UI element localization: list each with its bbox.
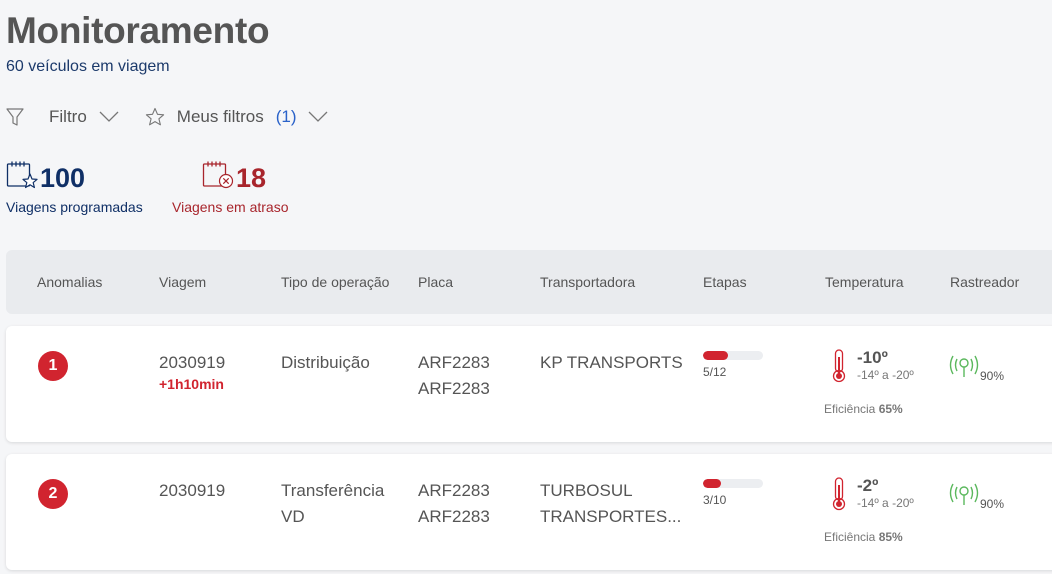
column-header-transportadora[interactable]: Transportadora — [540, 274, 635, 290]
carrier-name: TURBOSUL — [540, 481, 633, 500]
temperature-range: -14º a -20º — [857, 368, 914, 382]
signal-antenna-icon — [948, 352, 980, 383]
steps-progress-fill — [703, 479, 721, 488]
trip-id: 2030919 — [159, 353, 226, 372]
efficiency: Eficiência 85% — [824, 530, 903, 544]
column-header-placa[interactable]: Placa — [418, 274, 453, 290]
funnel-icon — [6, 107, 24, 127]
scheduled-trips-stat[interactable]: 100 Viagens programadas — [6, 160, 143, 215]
scheduled-trips-value: 100 — [40, 163, 86, 193]
calendar-x-icon — [202, 160, 236, 197]
steps-progress-fill — [703, 351, 729, 360]
table-row[interactable]: 1 2030919 +1h10min Distribuição ARF2283 … — [6, 326, 1052, 442]
table-header: Anomalias Viagem Tipo de operação Placa … — [6, 250, 1052, 314]
plate: ARF2283 — [418, 379, 490, 398]
column-header-tipo-operacao[interactable]: Tipo de operação — [281, 274, 389, 290]
steps-progress-bar — [703, 351, 763, 360]
column-header-temperatura[interactable]: Temperatura — [825, 274, 904, 290]
column-header-anomalias[interactable]: Anomalias — [37, 274, 102, 290]
delayed-trips-stat[interactable]: 18 Viagens em atraso — [172, 160, 288, 215]
delayed-trips-value: 18 — [236, 163, 267, 193]
steps-progress-bar — [703, 479, 763, 488]
efficiency-label: Eficiência — [824, 402, 876, 416]
calendar-star-icon — [6, 160, 40, 197]
vehicles-in-transit-count: 60 veículos em viagem — [6, 58, 170, 75]
temperature-value: -10º — [857, 348, 888, 367]
filter-dropdown[interactable]: Filtro — [6, 107, 119, 127]
page-title: Monitoramento — [6, 10, 270, 51]
scheduled-trips-label: Viagens programadas — [6, 199, 143, 215]
thermometer-icon — [830, 348, 848, 389]
operation-type: Transferência — [281, 481, 385, 500]
efficiency-value: 85% — [878, 530, 903, 544]
tracker-signal: 90% — [948, 480, 1004, 511]
tracker-percent: 90% — [980, 497, 1005, 511]
carrier-name: KP TRANSPORTS — [540, 353, 683, 372]
plate: ARF2283 — [418, 507, 490, 526]
efficiency-value: 65% — [878, 402, 903, 416]
column-header-rastreador[interactable]: Rastreador — [950, 274, 1019, 290]
tracker-signal: 90% — [948, 352, 1004, 383]
filter-bar: Filtro Meus filtros (1) — [6, 107, 328, 127]
temperature-range: -14º a -20º — [857, 496, 914, 510]
filter-label: Filtro — [49, 107, 87, 126]
delayed-trips-label: Viagens em atraso — [172, 199, 289, 215]
signal-antenna-icon — [948, 480, 980, 511]
steps-count: 5/12 — [703, 365, 727, 379]
steps-count: 3/10 — [703, 493, 727, 507]
chevron-down-icon — [308, 111, 328, 123]
my-filters-dropdown[interactable]: Meus filtros (1) — [145, 107, 329, 127]
chevron-down-icon — [99, 111, 119, 123]
carrier-name-line2: TRANSPORTES... — [540, 507, 682, 526]
table-row[interactable]: 2 2030919 Transferência VD ARF2283 ARF22… — [6, 454, 1052, 570]
column-header-viagem[interactable]: Viagem — [159, 274, 206, 290]
trip-delay: +1h10min — [159, 376, 224, 392]
tracker-percent: 90% — [980, 369, 1005, 383]
my-filters-count: (1) — [275, 107, 297, 126]
temperature-value: -2º — [857, 476, 879, 495]
trip-id: 2030919 — [159, 481, 226, 500]
column-header-etapas[interactable]: Etapas — [703, 274, 747, 290]
thermometer-icon — [830, 476, 848, 517]
anomaly-badge: 2 — [38, 479, 68, 509]
star-icon — [145, 107, 165, 127]
operation-type-line2: VD — [281, 507, 305, 526]
efficiency-label: Eficiência — [824, 530, 876, 544]
operation-type: Distribuição — [281, 353, 370, 372]
my-filters-label: Meus filtros — [176, 107, 264, 126]
plate: ARF2283 — [418, 481, 490, 500]
plate: ARF2283 — [418, 353, 490, 372]
efficiency: Eficiência 65% — [824, 402, 903, 416]
anomaly-badge: 1 — [38, 351, 68, 381]
